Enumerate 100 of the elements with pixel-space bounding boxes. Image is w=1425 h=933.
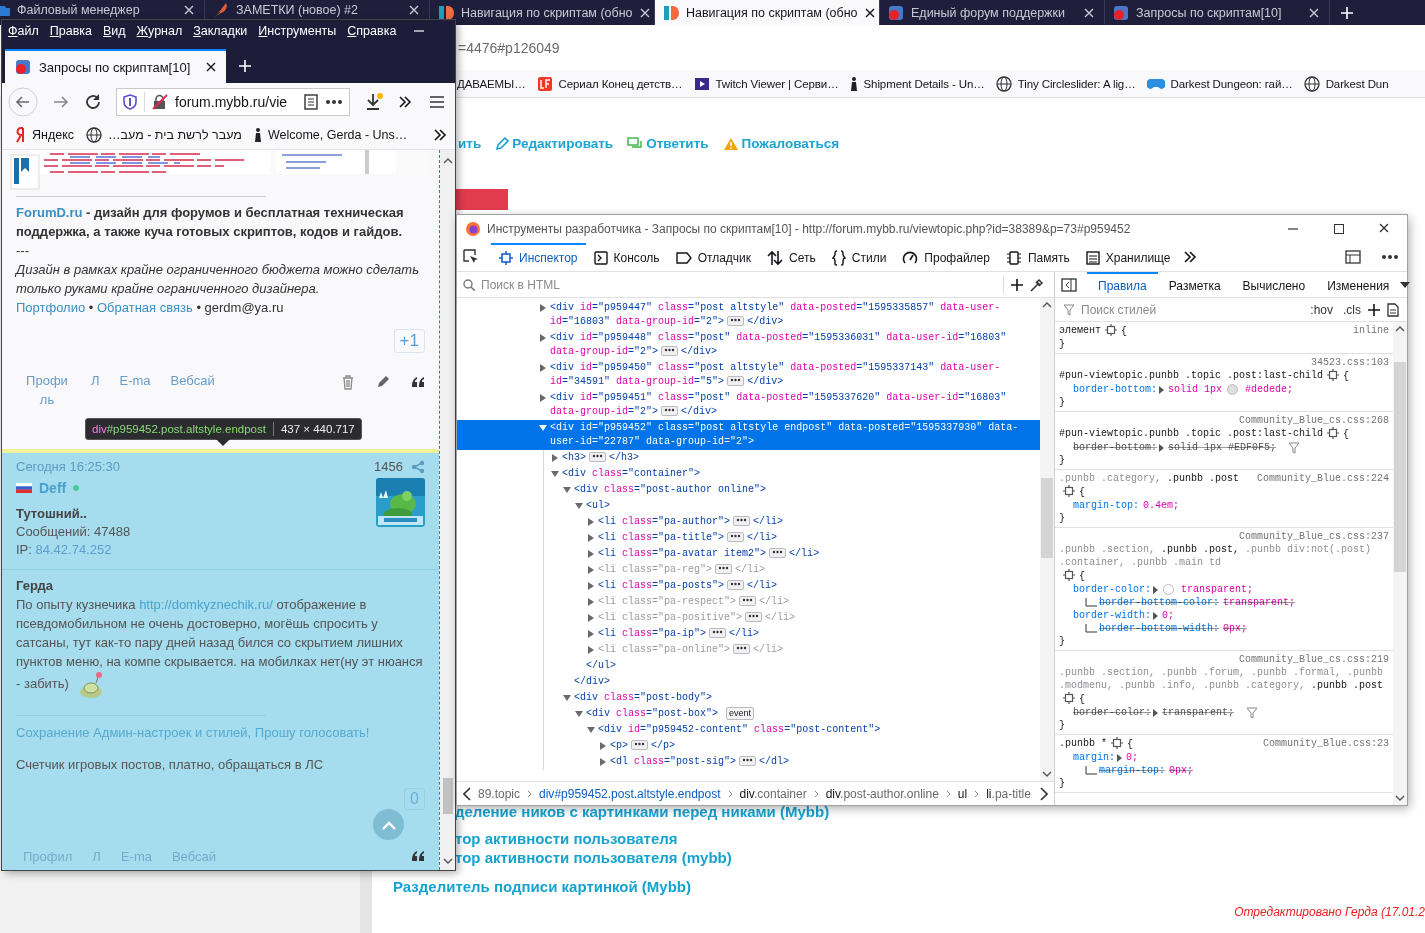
- markup-row[interactable]: <div class="post-box"> event: [457, 706, 1040, 722]
- collapsed-badge[interactable]: [727, 532, 745, 543]
- breadcrumb[interactable]: ul: [957, 786, 968, 801]
- close-icon[interactable]: [1379, 223, 1389, 233]
- bookmark-link[interactable]: Darkest Dun: [1325, 77, 1389, 90]
- expand-arrow-icon[interactable]: [539, 364, 547, 372]
- collapsed-badge[interactable]: [739, 596, 757, 607]
- sidebar-tab[interactable]: Изменения: [1316, 272, 1401, 297]
- markup-row[interactable]: <dl class="post-sig"> </dl>: [457, 754, 1040, 770]
- css-value[interactable]: 0;: [1162, 609, 1175, 622]
- filter-icon[interactable]: [1246, 706, 1259, 719]
- css-property[interactable]: margin:: [1073, 751, 1115, 764]
- scrollbar-thumb[interactable]: [1041, 478, 1053, 558]
- markup-row[interactable]: <div class="post-author online">: [457, 482, 1040, 498]
- menu-item[interactable]: Правка: [49, 24, 92, 38]
- markup-row[interactable]: <div id="p959452-content" class="post-content">: [457, 722, 1040, 738]
- markup-row[interactable]: <li class="pa-avatar item2"> </li>: [457, 546, 1040, 562]
- source-link[interactable]: Community_Blue_cs.css:237: [1238, 530, 1389, 543]
- breadcrumb[interactable]: li.pa-title: [986, 786, 1031, 801]
- bookmark-link[interactable]: Tiny Circleslider: A lig…: [1017, 77, 1136, 90]
- bookmark-link[interactable]: Яндекс: [32, 127, 75, 142]
- expand-arrow-icon[interactable]: [1153, 585, 1158, 594]
- node-icon[interactable]: [1063, 692, 1075, 704]
- collapsed-badge[interactable]: [661, 406, 679, 417]
- toggle-button[interactable]: :hov: [1310, 302, 1333, 317]
- devtools-tab[interactable]: Отладчик: [667, 243, 760, 271]
- menu-icon[interactable]: [429, 94, 445, 109]
- source-link[interactable]: Community_Blue_cs.css:219: [1238, 653, 1389, 666]
- scroll-up-icon[interactable]: [1042, 302, 1052, 308]
- sidebar-toggle-icon[interactable]: [1061, 277, 1077, 292]
- collapsed-badge[interactable]: [631, 740, 649, 751]
- expand-arrow-icon[interactable]: [1159, 385, 1164, 394]
- css-value[interactable]: transparent;: [1223, 596, 1296, 609]
- bookmark-link[interactable]: Welcome, Gerda - Uns…: [267, 127, 408, 142]
- breadcrumb[interactable]: div.container: [739, 786, 807, 801]
- markup-row[interactable]: <div class="container">: [457, 466, 1040, 482]
- expand-arrow-icon[interactable]: [1159, 443, 1164, 452]
- layout-icon[interactable]: [1345, 250, 1361, 264]
- collapsed-badge[interactable]: [733, 516, 751, 527]
- sidebar-tab[interactable]: Вычислено: [1231, 272, 1317, 297]
- filter-field[interactable]: Поиск стилей: [1081, 299, 1301, 320]
- css-value[interactable]: #dedede;: [1245, 383, 1294, 396]
- trash-icon[interactable]: [341, 374, 355, 390]
- css-value[interactable]: transparent;: [1181, 583, 1254, 596]
- collapsed-badge[interactable]: [727, 316, 745, 327]
- css-property[interactable]: border-bottom:: [1073, 383, 1157, 396]
- scrollbar[interactable]: [440, 150, 455, 870]
- expand-arrow-icon[interactable]: [539, 334, 547, 342]
- menu-item[interactable]: Журнал: [136, 24, 183, 38]
- breadcrumb[interactable]: div.post-author.online: [825, 786, 939, 801]
- more-icon[interactable]: [1381, 254, 1399, 260]
- menu-item[interactable]: Справка: [347, 24, 397, 38]
- markup-row[interactable]: </div>: [457, 674, 1040, 690]
- markup-row[interactable]: <div id="p959448" class="post" data-posted="1595336031" data-user-id="16803" data-group-id="2"> </div>: [457, 330, 1040, 360]
- browser-tab[interactable]: Запросы по скриптам[10]: [5, 49, 226, 83]
- source-link[interactable]: inline: [1353, 324, 1389, 337]
- source-link[interactable]: 34523.css:103: [1311, 356, 1389, 369]
- color-swatch[interactable]: [1227, 384, 1239, 395]
- maximize-icon[interactable]: [1333, 223, 1345, 235]
- devtools-tab[interactable]: Память: [997, 243, 1078, 271]
- devtools-tab[interactable]: Консоль: [585, 243, 668, 271]
- node-icon[interactable]: [1327, 369, 1340, 381]
- collapsed-badge[interactable]: [715, 564, 733, 575]
- document-icon[interactable]: [1387, 302, 1399, 317]
- color-swatch[interactable]: [1163, 584, 1174, 595]
- css-property[interactable]: border-color:: [1073, 583, 1151, 596]
- browser-tab[interactable]: Навигация по скриптам (обно: [655, 0, 880, 25]
- sidebar-tab[interactable]: Правила: [1087, 272, 1158, 297]
- reload-icon[interactable]: [84, 92, 102, 111]
- collapsed-badge[interactable]: [769, 548, 787, 559]
- dropdown-icon[interactable]: [1400, 281, 1411, 288]
- scroll-up-icon[interactable]: [1395, 326, 1405, 332]
- chevron-left-icon[interactable]: [463, 786, 471, 801]
- chevrons-icon[interactable]: [1182, 250, 1197, 264]
- collapsed-badge[interactable]: [739, 756, 757, 767]
- back-icon[interactable]: [8, 86, 38, 117]
- node-icon[interactable]: [1111, 737, 1123, 749]
- collapsed-badge[interactable]: [745, 612, 763, 623]
- markup-row[interactable]: <li class="pa-posts"> </li>: [457, 578, 1040, 594]
- bookmark-link[interactable]: מעבר לרשת בית - מעב…: [108, 127, 242, 142]
- collapsed-badge[interactable]: [733, 644, 751, 655]
- expand-arrow-icon[interactable]: [1153, 708, 1158, 717]
- breadcrumb[interactable]: 89.topic: [478, 786, 521, 801]
- scrollbar-thumb[interactable]: [1394, 362, 1406, 572]
- download-icon[interactable]: [364, 91, 384, 112]
- expand-arrow-icon[interactable]: [1117, 753, 1122, 762]
- collapsed-badge[interactable]: [589, 452, 607, 463]
- node-icon[interactable]: [1063, 485, 1075, 497]
- devtools-tab[interactable]: Хранилище: [1077, 243, 1179, 271]
- css-value[interactable]: 0px;: [1169, 764, 1194, 777]
- menu-item[interactable]: Вид: [103, 24, 126, 38]
- expand-arrow-icon[interactable]: [539, 424, 547, 432]
- scroll-down-icon[interactable]: [1042, 771, 1052, 777]
- element-picker-icon[interactable]: [463, 249, 479, 265]
- css-value[interactable]: 0px;: [1223, 622, 1248, 635]
- menu-item[interactable]: Файл: [8, 24, 39, 38]
- address-text[interactable]: =4476#p126049: [458, 39, 560, 56]
- devtools-tab[interactable]: Стили: [823, 243, 895, 271]
- quote-icon[interactable]: [411, 850, 425, 862]
- bookmark-link[interactable]: Twitch Viewer | Серви…: [715, 77, 839, 90]
